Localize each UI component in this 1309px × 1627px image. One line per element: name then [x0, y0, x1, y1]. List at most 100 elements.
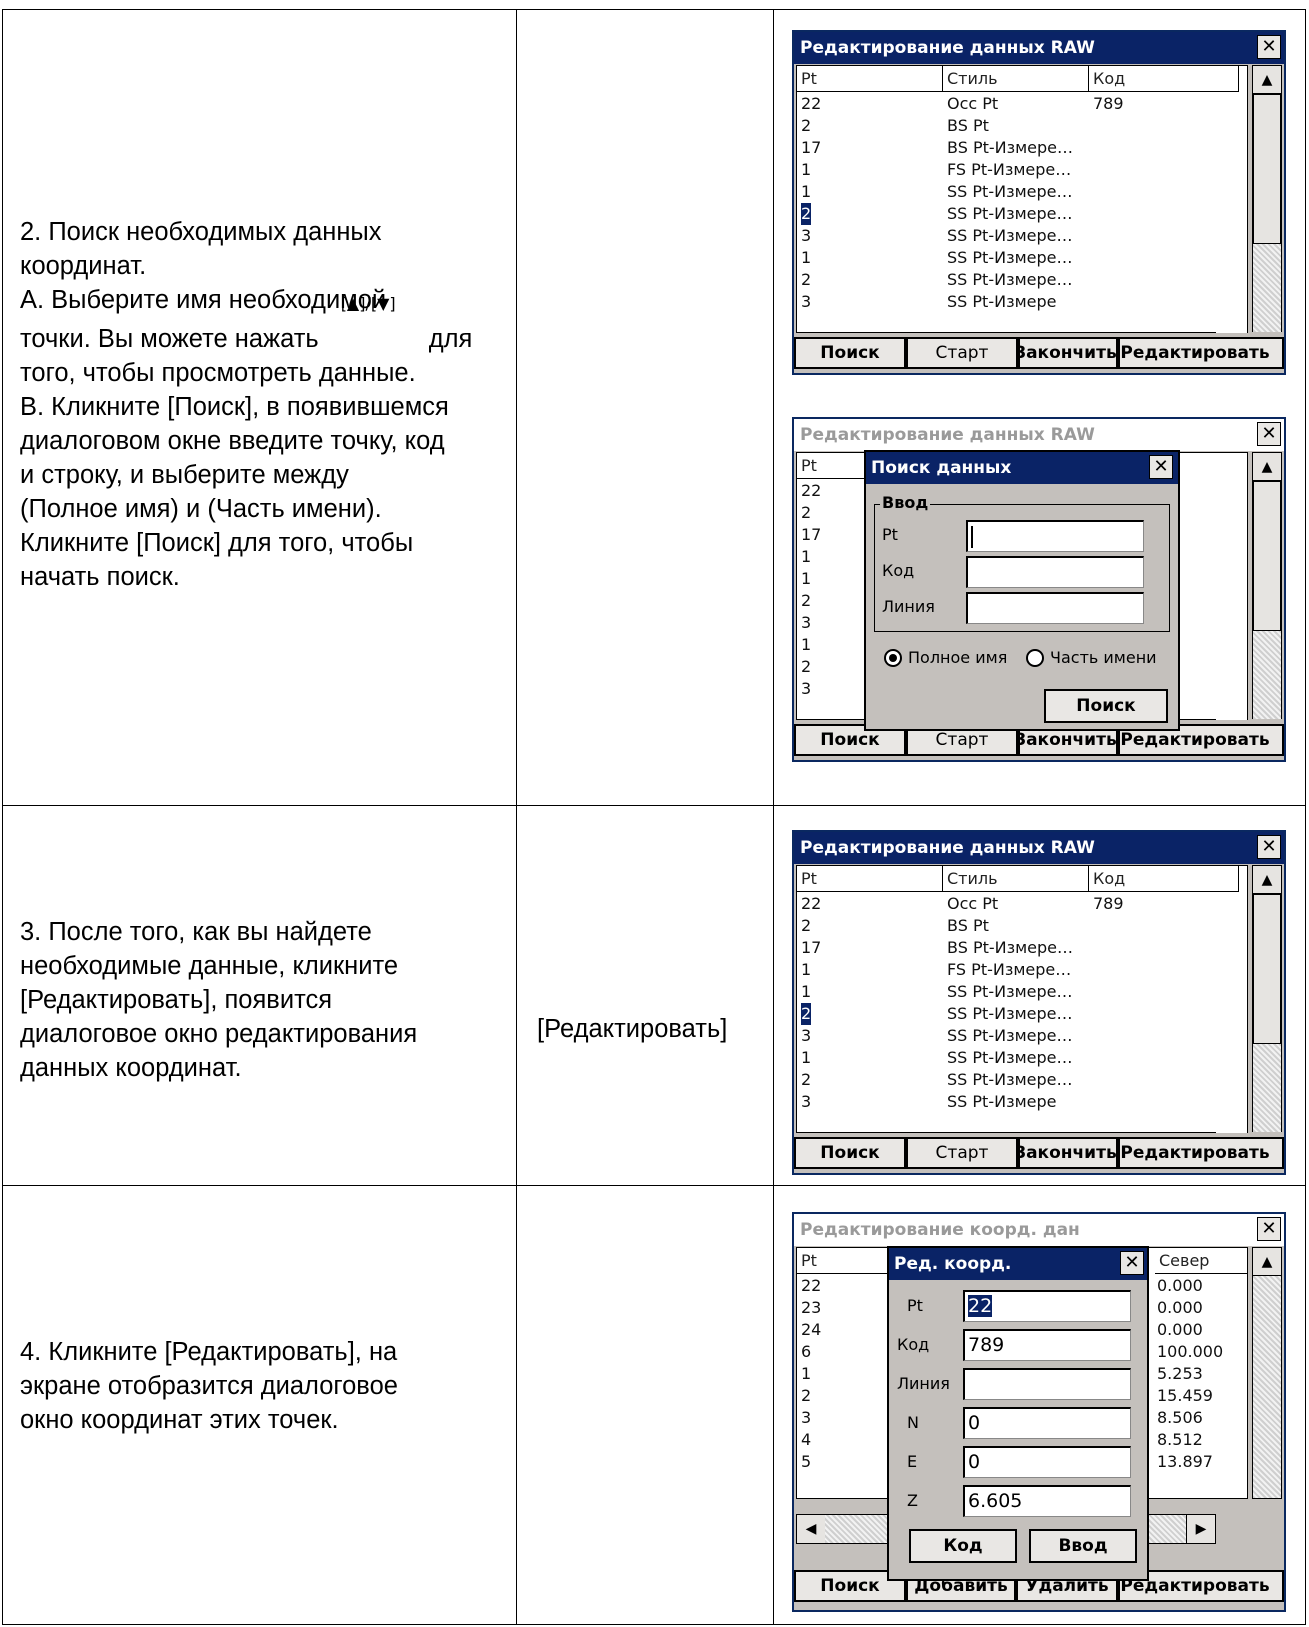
line-input[interactable] [966, 592, 1144, 624]
close-icon[interactable]: ✕ [1257, 35, 1281, 59]
raw-data-window-with-search: Редактирование данных RAW ✕ Pt 22 2 17 1 1 2 3… [792, 417, 1286, 762]
coord-field[interactable]: 0 [963, 1407, 1131, 1439]
column-header[interactable]: Стиль [943, 66, 1089, 92]
list-item[interactable]: 1 SS Pt-Измере… [797, 1047, 1247, 1069]
close-icon[interactable]: ✕ [1257, 835, 1281, 859]
scroll-thumb[interactable] [1253, 481, 1281, 631]
cell: 3 [801, 1408, 812, 1427]
finish-button[interactable]: Закончить [1018, 1137, 1118, 1169]
cell: SS Pt-Измере… [947, 982, 1073, 1001]
cell: 2 [801, 203, 812, 225]
pt-input[interactable] [966, 520, 1144, 552]
cell: 23 [801, 1298, 822, 1317]
search-button[interactable]: Поиск [794, 337, 906, 369]
list-item[interactable]: 22 Occ Pt 789 [797, 93, 1247, 115]
column-header[interactable]: Pt [797, 1248, 897, 1274]
list-item[interactable]: 17 BS Pt-Измере… [797, 137, 1247, 159]
cell: 3 [801, 679, 812, 698]
scroll-thumb[interactable] [1253, 894, 1281, 1044]
list-item[interactable]: 1 SS Pt-Измере… [797, 247, 1247, 269]
cell: 15.459 [1157, 1386, 1213, 1405]
step-line-before: точки. Вы можете нажать [20, 325, 319, 353]
vertical-scrollbar[interactable]: ▲ ▼ [1252, 65, 1282, 361]
list-item[interactable]: 3 SS Pt-Измере [797, 291, 1247, 313]
cell: 789 [1093, 894, 1124, 913]
column-header[interactable]: Код [1089, 66, 1239, 92]
right-arrow-icon[interactable]: ▶ [1186, 1515, 1215, 1543]
start-button[interactable]: Старт [906, 1137, 1018, 1169]
list-item[interactable]: 17 BS Pt-Измере… [797, 937, 1247, 959]
cell: SS Pt-Измере… [947, 182, 1073, 201]
up-arrow-icon[interactable]: ▲ [1253, 453, 1281, 481]
list-item[interactable]: 3 SS Pt-Измере [797, 1091, 1247, 1113]
column-header[interactable]: Pt [797, 66, 943, 92]
dialog-search-button[interactable]: Поиск [1044, 689, 1168, 723]
cell: 3 [801, 1092, 812, 1111]
list-item[interactable]: 2 SS Pt-Измере… [797, 203, 1247, 225]
list-item[interactable]: 2 BS Pt [797, 115, 1247, 137]
coord-field[interactable]: 0 [963, 1446, 1131, 1478]
column-header[interactable]: Стиль [943, 866, 1089, 892]
column-header[interactable]: Север [1155, 1248, 1247, 1274]
cell: FS Pt-Измере… [947, 960, 1072, 979]
cell: 2 [801, 1386, 812, 1405]
close-icon[interactable]: ✕ [1120, 1251, 1144, 1275]
edit-button[interactable]: Редактировать [1118, 337, 1284, 369]
scroll-thumb[interactable] [1253, 94, 1281, 244]
list-item[interactable]: 1 FS Pt-Измере… [797, 959, 1247, 981]
list-item[interactable]: 2 SS Pt-Измере… [797, 269, 1247, 291]
coord-field[interactable] [963, 1368, 1131, 1400]
left-arrow-icon[interactable]: ◀ [797, 1515, 825, 1543]
list-item[interactable]: 2 SS Pt-Измере… [797, 1069, 1247, 1091]
close-icon[interactable]: ✕ [1257, 422, 1281, 446]
field-value: 0 [968, 1412, 981, 1434]
cell: 1 [801, 1364, 812, 1383]
column-header[interactable]: Pt [797, 866, 943, 892]
close-icon[interactable]: ✕ [1257, 1217, 1281, 1241]
search-button[interactable]: Поиск [794, 1137, 906, 1169]
coord-field[interactable]: 22 [963, 1290, 1131, 1322]
code-button[interactable]: Код [909, 1529, 1017, 1563]
enter-button[interactable]: Ввод [1029, 1529, 1137, 1563]
radio-part-name[interactable] [1026, 649, 1044, 667]
list-item[interactable]: 2 BS Pt [797, 915, 1247, 937]
window-title: Редактирование коорд. дан ✕ [794, 1214, 1284, 1246]
start-button[interactable]: Старт [906, 337, 1018, 369]
cell: 22 [801, 894, 822, 913]
step-line: окно координат этих точек. [20, 1406, 339, 1434]
field-value: 6.605 [968, 1490, 1023, 1512]
vertical-scrollbar[interactable]: ▲ ▼ [1252, 452, 1282, 748]
field-value: 789 [968, 1334, 1005, 1356]
step-2-text: 2. Поиск необходимых данных координат. A… [20, 215, 472, 594]
cell: 0.000 [1157, 1298, 1203, 1317]
up-arrow-icon[interactable]: ▲ [1253, 866, 1281, 894]
column-header[interactable]: Код [1089, 866, 1239, 892]
coord-window: Редактирование коорд. дан ✕ Pt Север 22 0… [792, 1212, 1286, 1612]
list-item[interactable]: 1 SS Pt-Измере… [797, 181, 1247, 203]
coord-field[interactable]: 789 [963, 1329, 1131, 1361]
list-item[interactable]: 3 SS Pt-Измере… [797, 1025, 1247, 1047]
close-icon[interactable]: ✕ [1149, 455, 1173, 479]
coord-field[interactable]: 6.605 [963, 1485, 1131, 1517]
cell: 1 [801, 960, 812, 979]
raw-list[interactable]: Pt Стиль Код 22 Occ Pt 789 2 BS Pt 17 BS Pt-Из… [796, 65, 1248, 361]
cell: 3 [801, 613, 812, 632]
up-arrow-icon[interactable]: ▲ [1253, 66, 1281, 94]
list-item[interactable]: 1 FS Pt-Измере… [797, 159, 1247, 181]
list-item[interactable]: 2 SS Pt-Измере… [797, 1003, 1247, 1025]
edit-button[interactable]: Редактировать [1118, 1137, 1284, 1169]
vertical-scrollbar[interactable]: ▲ [1252, 1247, 1282, 1499]
step-line: 4. Кликните [Редактировать], на [20, 1338, 398, 1366]
code-input[interactable] [966, 556, 1144, 588]
cell: 0.000 [1157, 1320, 1203, 1339]
cell: 2 [801, 1003, 812, 1025]
radio-full-name[interactable] [884, 649, 902, 667]
list-item[interactable]: 22 Occ Pt 789 [797, 893, 1247, 915]
raw-list[interactable]: Pt Стиль Код 22 Occ Pt 789 2 BS Pt 17 BS Pt-Из… [796, 865, 1248, 1161]
list-item[interactable]: 3 SS Pt-Измере… [797, 225, 1247, 247]
step-line: 3. После того, как вы найдете [20, 918, 372, 946]
vertical-scrollbar[interactable]: ▲ ▼ [1252, 865, 1282, 1161]
up-arrow-icon[interactable]: ▲ [1253, 1248, 1281, 1276]
list-item[interactable]: 1 SS Pt-Измере… [797, 981, 1247, 1003]
finish-button[interactable]: Закончить [1018, 337, 1118, 369]
